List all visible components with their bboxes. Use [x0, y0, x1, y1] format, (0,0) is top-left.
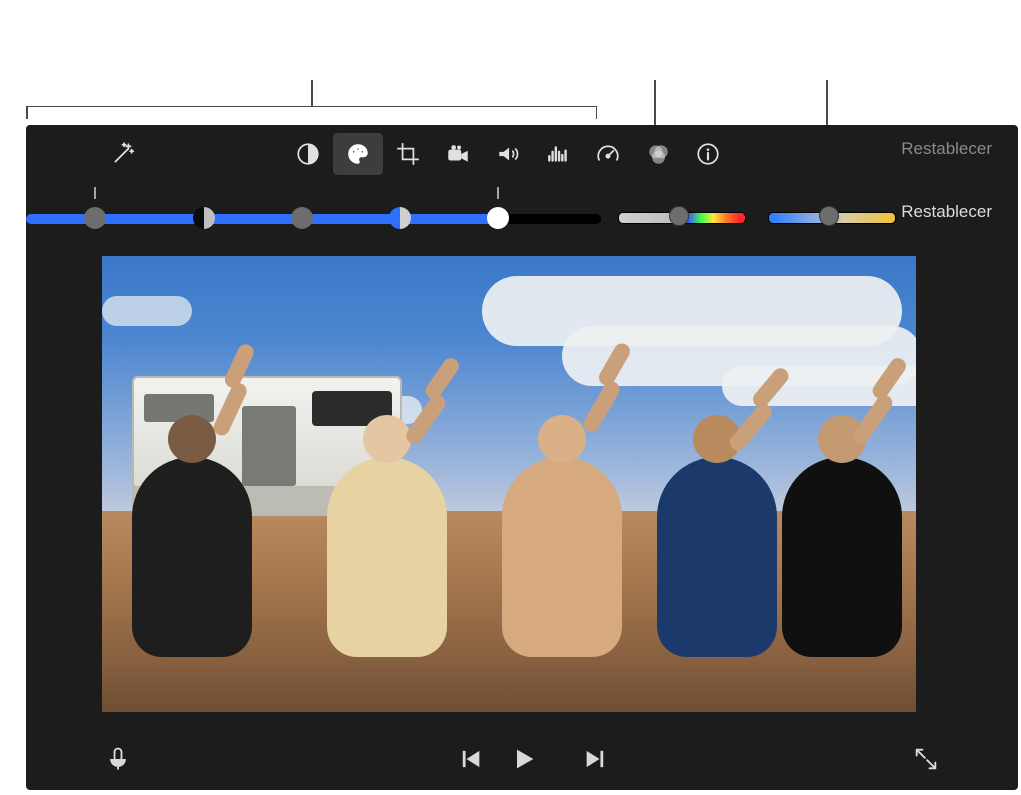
preview-person	[132, 457, 252, 657]
fullscreen-button[interactable]	[912, 745, 940, 778]
clip-filter-button[interactable]	[633, 133, 683, 175]
viewer-panel: Restablecer Restablecer	[26, 125, 1018, 790]
video-camera-icon	[445, 141, 471, 167]
microphone-icon	[104, 745, 132, 773]
auto-enhance-button[interactable]	[98, 133, 148, 175]
callout-bracket-toolbar	[26, 106, 597, 119]
next-frame-button[interactable]	[582, 745, 610, 778]
color-correction-button[interactable]	[333, 133, 383, 175]
color-balance-button[interactable]	[283, 133, 333, 175]
volume-icon	[495, 141, 521, 167]
contrast-icon	[295, 141, 321, 167]
exposure-handle-mid[interactable]	[291, 207, 313, 229]
preview-person	[657, 457, 777, 657]
exposure-handle-highlights[interactable]	[487, 207, 509, 229]
adjustments-toolbar	[26, 133, 1018, 175]
info-icon	[695, 141, 721, 167]
gauge-icon	[595, 141, 621, 167]
saturation-slider[interactable]	[618, 203, 746, 231]
skip-forward-icon	[582, 745, 610, 773]
magic-wand-icon	[110, 141, 136, 167]
play-icon	[510, 745, 538, 773]
reset-all-button[interactable]: Restablecer	[901, 139, 992, 159]
reset-color-button[interactable]: Restablecer	[901, 202, 992, 222]
preview-person	[502, 457, 622, 657]
preview-person	[327, 457, 447, 657]
equalizer-icon	[545, 141, 571, 167]
exposure-handle-lights[interactable]	[389, 207, 411, 229]
crop-icon	[395, 141, 421, 167]
callout-line-toolbar	[311, 80, 313, 106]
temperature-handle[interactable]	[819, 206, 839, 226]
temperature-slider[interactable]	[768, 203, 896, 231]
voiceover-record-button[interactable]	[104, 745, 132, 778]
previous-frame-button[interactable]	[456, 745, 484, 778]
exposure-tick-shadows	[94, 187, 96, 199]
exposure-handle-shadows[interactable]	[84, 207, 106, 229]
venn-filter-icon	[645, 141, 671, 167]
skip-back-icon	[456, 745, 484, 773]
fullscreen-icon	[912, 745, 940, 773]
stabilization-button[interactable]	[433, 133, 483, 175]
playback-bar	[26, 730, 1018, 790]
clip-info-button[interactable]	[683, 133, 733, 175]
preview-person	[782, 457, 902, 657]
saturation-handle[interactable]	[669, 206, 689, 226]
exposure-multi-slider[interactable]	[26, 205, 601, 233]
preview-cloud	[102, 296, 192, 326]
speed-button[interactable]	[583, 133, 633, 175]
crop-button[interactable]	[383, 133, 433, 175]
noise-reduction-button[interactable]	[533, 133, 583, 175]
palette-icon	[345, 141, 371, 167]
volume-button[interactable]	[483, 133, 533, 175]
exposure-handle-darks[interactable]	[193, 207, 215, 229]
exposure-tick-highlights	[497, 187, 499, 199]
exposure-track-empty	[498, 214, 602, 224]
play-button[interactable]	[510, 745, 538, 778]
video-preview[interactable]	[102, 256, 916, 712]
